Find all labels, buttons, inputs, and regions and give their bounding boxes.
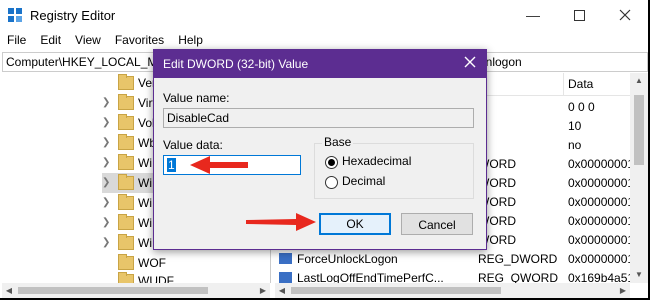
dialog-close-button[interactable] — [464, 55, 476, 73]
close-window-button[interactable] — [602, 0, 648, 30]
value-data: 0x169b4a51 — [568, 271, 630, 283]
scroll-left-icon[interactable]: ◀ — [2, 283, 16, 298]
folder-icon — [118, 234, 134, 250]
maximize-button[interactable] — [556, 0, 602, 30]
folder-icon — [118, 114, 134, 130]
dialog-title-bar[interactable]: Edit DWORD (32-bit) Value — [154, 50, 486, 78]
ok-button[interactable]: OK — [319, 213, 391, 235]
folder-icon — [118, 154, 134, 170]
value-data-text: 1 — [167, 158, 176, 172]
dialog-title: Edit DWORD (32-bit) Value — [163, 57, 309, 71]
decimal-label[interactable]: Decimal — [342, 174, 385, 188]
chevron-right-icon[interactable]: ❯ — [102, 97, 110, 108]
folder-icon — [118, 272, 134, 283]
value-name-field: DisableCad — [163, 108, 474, 128]
value-name-text: DisableCad — [167, 111, 230, 125]
tree-item-label: Wi — [138, 236, 152, 250]
folder-icon — [118, 94, 134, 110]
value-data-label: Value data: — [163, 138, 223, 152]
folder-icon — [118, 134, 134, 150]
menu-edit[interactable]: Edit — [33, 30, 68, 50]
menu-favorites[interactable]: Favorites — [108, 30, 171, 50]
value-data: 10 — [568, 119, 582, 133]
qword-value-icon — [279, 272, 292, 283]
value-row[interactable]: ForceUnlockLogon REG_DWORD 0x00000001 — [275, 249, 630, 268]
value-name: LastLogOffEndTimePerfC... — [297, 271, 444, 283]
annotation-arrow-icon — [246, 213, 316, 231]
value-data: 0x00000001 — [568, 176, 630, 190]
decimal-radio[interactable] — [325, 176, 338, 189]
tree-item-label: WOF — [138, 256, 166, 270]
annotation-arrow-icon — [190, 156, 248, 174]
close-icon — [619, 9, 631, 21]
registry-editor-window: Registry Editor — File Edit View Favorit… — [0, 0, 648, 298]
value-data: 0x00000001 — [568, 233, 630, 247]
value-row[interactable]: LastLogOffEndTimePerfC... REG_QWORD 0x16… — [275, 268, 630, 283]
tree-item-label: Wi — [138, 176, 152, 190]
base-group: Base Hexadecimal Decimal — [314, 135, 474, 199]
value-type: REG_QWORD — [478, 271, 559, 283]
address-path-tail: inlogon — [483, 55, 522, 69]
hexadecimal-label[interactable]: Hexadecimal — [342, 154, 411, 168]
scroll-down-icon[interactable]: ▼ — [630, 267, 648, 283]
folder-icon — [118, 74, 134, 90]
chevron-right-icon[interactable]: ❯ — [102, 177, 110, 188]
menu-help[interactable]: Help — [171, 30, 210, 50]
scroll-up-icon[interactable]: ▲ — [630, 73, 648, 89]
vertical-scrollbar[interactable]: ▲ ▼ — [630, 73, 648, 283]
chevron-right-icon[interactable]: ❯ — [102, 197, 110, 208]
scrollbar-thumb[interactable] — [18, 287, 208, 294]
scroll-left-icon[interactable]: ◀ — [275, 283, 289, 298]
tree-item[interactable]: WOF — [102, 253, 270, 273]
maximize-icon — [573, 9, 585, 21]
minimize-button[interactable]: — — [510, 0, 556, 30]
edit-dword-dialog: Edit DWORD (32-bit) Value Value name: Di… — [153, 49, 487, 250]
values-horizontal-scrollbar[interactable]: ◀ ▶ — [275, 283, 630, 298]
value-data: no — [568, 138, 582, 152]
value-data: 0 0 0 — [568, 100, 595, 114]
title-bar: Registry Editor — — [0, 0, 648, 30]
scrollbar-thumb[interactable] — [291, 287, 501, 294]
folder-icon — [118, 254, 134, 270]
value-type: REG_DWORD — [478, 252, 558, 266]
chevron-right-icon[interactable]: ❯ — [102, 117, 110, 128]
screenshot-frame: Registry Editor — File Edit View Favorit… — [0, 0, 650, 300]
tree-horizontal-scrollbar[interactable]: ◀ ▶ — [2, 283, 270, 298]
menu-view[interactable]: View — [68, 30, 108, 50]
chevron-right-icon[interactable]: ❯ — [102, 137, 110, 148]
tree-item-label: Wi — [138, 196, 152, 210]
value-data: 0x00000001 — [568, 214, 630, 228]
menu-file[interactable]: File — [0, 30, 33, 50]
scroll-right-icon[interactable]: ▶ — [256, 283, 270, 298]
cancel-button[interactable]: Cancel — [401, 213, 473, 235]
value-data: 0x00000001 — [568, 157, 630, 171]
data-column-header[interactable]: Data — [568, 77, 593, 91]
scroll-right-icon[interactable]: ▶ — [616, 283, 630, 298]
address-path: Computer\HKEY_LOCAL_MA — [6, 55, 166, 69]
tree-item-label: WUDF — [138, 274, 174, 283]
minimize-icon: — — [526, 7, 540, 23]
chevron-right-icon[interactable]: ❯ — [102, 237, 110, 248]
folder-icon — [118, 174, 134, 190]
value-data: 0x00000001 — [568, 252, 630, 266]
chevron-right-icon[interactable]: ❯ — [102, 157, 110, 168]
folder-icon — [118, 214, 134, 230]
base-label: Base — [322, 135, 354, 149]
chevron-right-icon[interactable]: ❯ — [102, 217, 110, 228]
value-name: ForceUnlockLogon — [297, 252, 398, 266]
tree-item-label: Wi — [138, 156, 152, 170]
dword-value-icon — [279, 253, 292, 264]
folder-icon — [118, 194, 134, 210]
value-data: 0x00000001 — [568, 195, 630, 209]
hexadecimal-radio[interactable] — [325, 156, 338, 169]
tree-item[interactable]: WUDF — [102, 271, 270, 283]
menu-bar: File Edit View Favorites Help — [0, 30, 648, 50]
value-name-label: Value name: — [163, 91, 230, 105]
close-icon — [464, 56, 476, 68]
scrollbar-thumb[interactable] — [634, 95, 644, 165]
window-title: Registry Editor — [30, 8, 116, 23]
tree-item-label: Wi — [138, 216, 152, 230]
column-separator[interactable] — [563, 73, 564, 95]
registry-editor-icon — [8, 8, 22, 22]
